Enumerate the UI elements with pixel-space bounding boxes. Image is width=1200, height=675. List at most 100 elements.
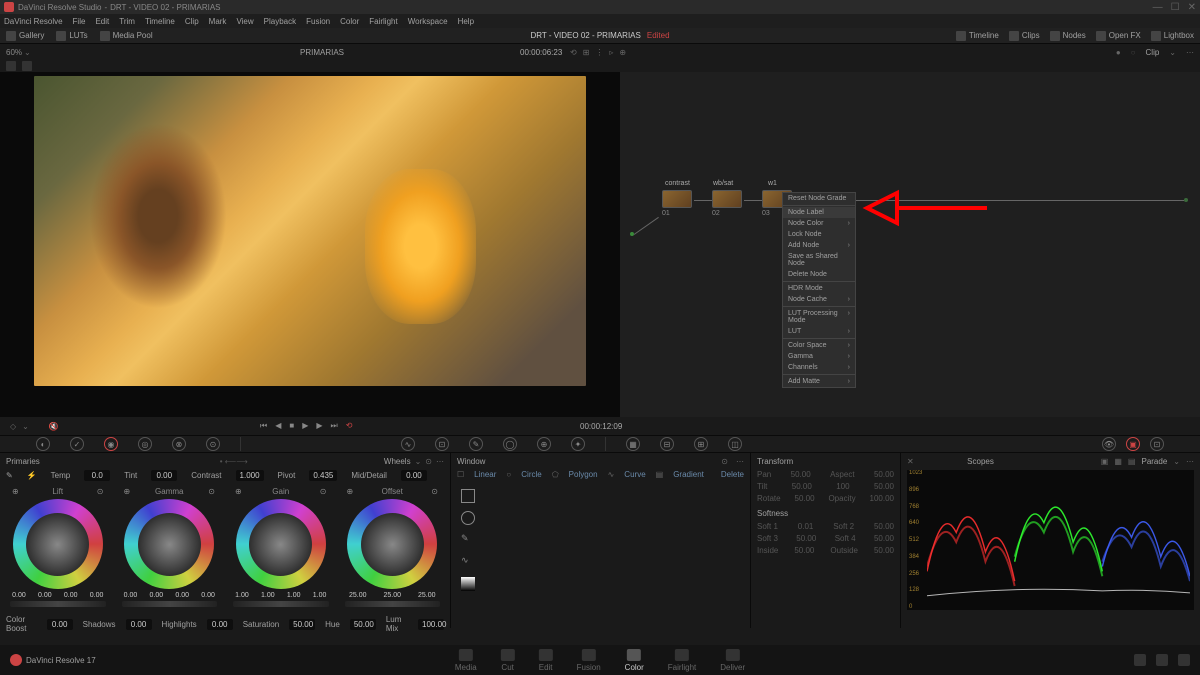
palette-curves[interactable]: ∿ [401, 437, 415, 451]
ctx-add-matte[interactable]: Add Matte [783, 376, 855, 387]
palette-tracking[interactable]: ⊕ [537, 437, 551, 451]
temp-value[interactable]: 0.0 [84, 470, 110, 481]
ctx-add-node[interactable]: Add Node [783, 240, 855, 251]
hue-value[interactable]: 50.00 [350, 619, 376, 630]
picker-icon[interactable]: ✎ [6, 471, 13, 480]
shape-curve[interactable]: ∿ [461, 555, 475, 569]
luts-toggle[interactable]: LUTs [56, 31, 87, 41]
menu-clip[interactable]: Clip [185, 17, 199, 26]
menu-fusion[interactable]: Fusion [306, 17, 330, 26]
more-icon[interactable]: ⋯ [736, 457, 744, 466]
next-frame-icon[interactable]: ▶ [316, 421, 322, 431]
tab-linear[interactable]: Linear [474, 470, 496, 479]
menu-timeline[interactable]: Timeline [145, 17, 175, 26]
mute-icon[interactable]: 🔇 [49, 422, 59, 431]
palette-color-match[interactable]: ✓ [70, 437, 84, 451]
shape-rect[interactable] [461, 489, 475, 503]
palette-motion[interactable]: ⊙ [206, 437, 220, 451]
page-edit[interactable]: Edit [539, 649, 553, 672]
delete-button[interactable]: Delete [721, 470, 744, 479]
menu-playback[interactable]: Playback [264, 17, 296, 26]
reset-icon[interactable]: ⊙ [721, 457, 728, 466]
settings-icon[interactable] [1156, 654, 1168, 666]
scope-mode[interactable]: Parade [1141, 457, 1167, 466]
shape-circle[interactable] [461, 511, 475, 525]
auto-icon[interactable]: ⚡ [27, 471, 37, 480]
ctx-channels[interactable]: Channels [783, 362, 855, 373]
palette-key[interactable]: ⊟ [660, 437, 674, 451]
palette-sizing[interactable]: ⊞ [694, 437, 708, 451]
tab-gradient[interactable]: Gradient [673, 470, 704, 479]
palette-rgb-mixer[interactable]: ⊗ [172, 437, 186, 451]
palette-primaries[interactable]: ◉ [104, 437, 118, 451]
tab-curve[interactable]: Curve [624, 470, 645, 479]
color-wheel-gamma[interactable] [124, 499, 214, 589]
zoom-level[interactable]: 60% [6, 48, 22, 57]
viewer-image[interactable] [34, 76, 586, 386]
page-fusion[interactable]: Fusion [577, 649, 601, 672]
palette-magic[interactable]: ✦ [571, 437, 585, 451]
scope-layout-icon[interactable]: ▤ [1128, 457, 1136, 466]
shadows-value[interactable]: 0.00 [126, 619, 152, 630]
close-icon[interactable]: ✕ [1188, 2, 1196, 13]
menu-trim[interactable]: Trim [119, 17, 135, 26]
ymaster-gamma[interactable] [122, 601, 218, 607]
menu-view[interactable]: View [236, 17, 253, 26]
page-cut[interactable]: Cut [501, 649, 515, 672]
tool-icon[interactable] [22, 61, 32, 71]
ctx-hdr-mode[interactable]: HDR Mode [783, 283, 855, 294]
shape-pen[interactable]: ✎ [461, 533, 475, 547]
palette-window[interactable]: ◯ [503, 437, 517, 451]
tint-value[interactable]: 0.00 [151, 470, 177, 481]
ctx-color-space[interactable]: Color Space [783, 340, 855, 351]
palette-qualifier[interactable]: ✎ [469, 437, 483, 451]
lightbox-toggle[interactable]: Lightbox [1151, 31, 1194, 41]
eye-icon[interactable]: 👁 [1102, 437, 1116, 451]
home-icon[interactable] [1134, 654, 1146, 666]
ymaster-gain[interactable] [233, 601, 329, 607]
saturation-value[interactable]: 50.00 [289, 619, 315, 630]
more-icon[interactable]: ⋯ [1186, 48, 1194, 57]
reset-icon[interactable]: ⊙ [425, 457, 432, 466]
palette-hdr[interactable]: ◎ [138, 437, 152, 451]
cross-icon[interactable]: ⊕ [619, 48, 626, 57]
color-wheel-offset[interactable] [347, 499, 437, 589]
lummix-value[interactable]: 100.00 [418, 619, 444, 630]
play-icon[interactable]: ▶ [302, 421, 308, 431]
nodes-toggle[interactable]: Nodes [1050, 31, 1086, 41]
contrast-value[interactable]: 1.000 [236, 470, 264, 481]
palette-blur[interactable]: ▦ [626, 437, 640, 451]
ctx-reset-node-grade[interactable]: Reset Node Grade [783, 193, 855, 204]
colorboost-value[interactable]: 0.00 [47, 619, 73, 630]
fullscreen-icon[interactable] [1178, 654, 1190, 666]
wheels-mode[interactable]: Wheels [384, 457, 411, 466]
menu-workspace[interactable]: Workspace [408, 17, 448, 26]
menu-help[interactable]: Help [458, 17, 474, 26]
grid-icon[interactable]: ⊞ [583, 48, 590, 57]
tab-polygon[interactable]: Polygon [569, 470, 598, 479]
close-icon[interactable]: ✕ [907, 457, 914, 466]
openfx-toggle[interactable]: Open FX [1096, 31, 1141, 41]
scope-layout-icon[interactable]: ▦ [1114, 457, 1122, 466]
page-deliver[interactable]: Deliver [720, 649, 745, 672]
menu-fairlight[interactable]: Fairlight [369, 17, 397, 26]
palette-3d[interactable]: ◫ [728, 437, 742, 451]
ctx-node-label[interactable]: Node Label [783, 207, 855, 218]
more-icon[interactable]: ⋯ [1186, 457, 1194, 466]
node-graph[interactable]: contrast 01 wb/sat 02 w1 03 [620, 72, 1200, 417]
menu-mark[interactable]: Mark [209, 17, 227, 26]
page-media[interactable]: Media [455, 649, 477, 672]
timeline-toggle[interactable]: Timeline [956, 31, 999, 41]
loop-icon[interactable]: ⟲ [346, 421, 353, 431]
clip-dropdown[interactable]: Clip [1146, 48, 1160, 57]
pivot-value[interactable]: 0.435 [309, 470, 337, 481]
shape-gradient[interactable] [461, 577, 475, 591]
ctx-delete-node[interactable]: Delete Node [783, 269, 855, 280]
bypass-icon[interactable]: ◇ [10, 422, 16, 431]
menu-edit[interactable]: Edit [95, 17, 109, 26]
tool-icon[interactable] [6, 61, 16, 71]
ctx-node-cache[interactable]: Node Cache [783, 294, 855, 305]
ctx-save-as-shared-node[interactable]: Save as Shared Node [783, 251, 855, 269]
menu-davinci-resolve[interactable]: DaVinci Resolve [4, 17, 63, 26]
gallery-toggle[interactable]: Gallery [6, 31, 44, 41]
